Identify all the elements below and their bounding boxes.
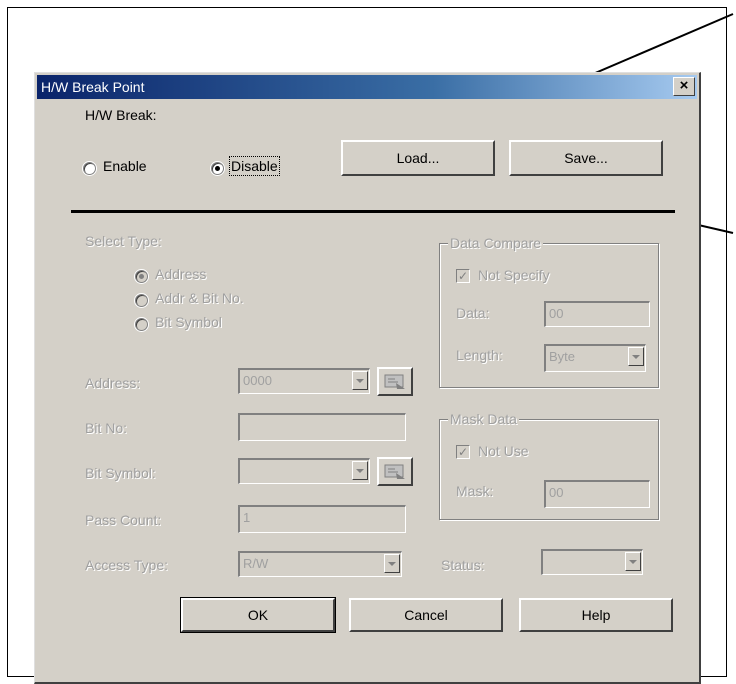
data-field[interactable]: 00: [544, 301, 650, 327]
data-compare-group: Data Compare ✓ Not Specify Data: 00 Leng…: [439, 235, 659, 388]
title-bar: H/W Break Point ×: [37, 75, 697, 99]
mask-field[interactable]: 00: [544, 480, 650, 508]
address-combo[interactable]: 0000: [238, 368, 370, 394]
not-use-checkbox[interactable]: ✓: [456, 445, 470, 459]
access-type-value: R/W: [243, 556, 269, 571]
hw-break-point-dialog: H/W Break Point × H/W Break: Enable Disa…: [34, 72, 701, 684]
pass-count-label: Pass Count:: [85, 512, 162, 528]
not-specify-checkbox[interactable]: ✓: [456, 269, 470, 283]
access-type-label: Access Type:: [85, 557, 169, 573]
bit-no-field[interactable]: [238, 413, 406, 441]
chevron-down-icon[interactable]: [352, 461, 368, 480]
radio-enable[interactable]: [83, 162, 96, 175]
not-specify-label: Not Specify: [478, 267, 550, 283]
close-icon[interactable]: ×: [673, 77, 695, 96]
radio-address-label: Address: [155, 266, 207, 282]
hw-break-label: H/W Break:: [85, 107, 157, 123]
ok-button[interactable]: OK: [180, 597, 336, 633]
address-value: 0000: [243, 373, 272, 388]
mask-label: Mask:: [456, 483, 494, 499]
access-type-combo[interactable]: R/W: [238, 551, 402, 577]
data-compare-title: Data Compare: [448, 235, 544, 251]
bit-no-label: Bit No:: [85, 420, 128, 436]
pass-count-field[interactable]: 1: [238, 505, 406, 533]
separator-line: [71, 210, 675, 213]
help-button[interactable]: Help: [519, 598, 673, 632]
select-type-label: Select Type:: [85, 233, 162, 249]
chevron-down-icon[interactable]: [352, 371, 368, 390]
radio-addr-bitno[interactable]: [135, 294, 148, 307]
status-label: Status:: [441, 557, 485, 573]
radio-dot: [215, 166, 220, 171]
mask-data-title: Mask Data: [448, 411, 519, 427]
length-value: Byte: [549, 349, 576, 364]
length-label: Length:: [456, 347, 503, 363]
cancel-button[interactable]: Cancel: [349, 598, 503, 632]
checkmark-icon: ✓: [457, 269, 469, 283]
radio-bit-symbol[interactable]: [135, 318, 148, 331]
chevron-down-icon[interactable]: [625, 552, 641, 571]
radio-disable[interactable]: [211, 162, 224, 175]
radio-bit-symbol-label: Bit Symbol: [155, 314, 222, 330]
radio-enable-label: Enable: [103, 158, 147, 174]
save-button[interactable]: Save...: [509, 140, 663, 176]
bit-symbol-label: Bit Symbol:: [85, 465, 156, 481]
mask-data-group: Mask Data ✓ Not Use Mask: 00: [439, 411, 659, 520]
not-use-label: Not Use: [478, 443, 529, 459]
dialog-title: H/W Break Point: [41, 79, 145, 95]
status-combo[interactable]: [541, 549, 643, 575]
data-label: Data:: [456, 305, 490, 321]
browse-symbol-icon[interactable]: [377, 457, 413, 486]
length-combo[interactable]: Byte: [544, 344, 646, 372]
radio-dot: [139, 274, 144, 279]
checkmark-icon: ✓: [457, 445, 469, 459]
radio-address[interactable]: [135, 270, 148, 283]
bit-symbol-combo[interactable]: [238, 458, 370, 484]
load-button[interactable]: Load...: [341, 140, 495, 176]
address-label: Address:: [85, 375, 141, 391]
chevron-down-icon[interactable]: [628, 347, 644, 366]
browse-symbol-icon[interactable]: [377, 367, 413, 396]
chevron-down-icon[interactable]: [384, 554, 400, 573]
radio-disable-label: Disable: [229, 156, 280, 176]
radio-addr-bitno-label: Addr & Bit No.: [155, 290, 244, 306]
